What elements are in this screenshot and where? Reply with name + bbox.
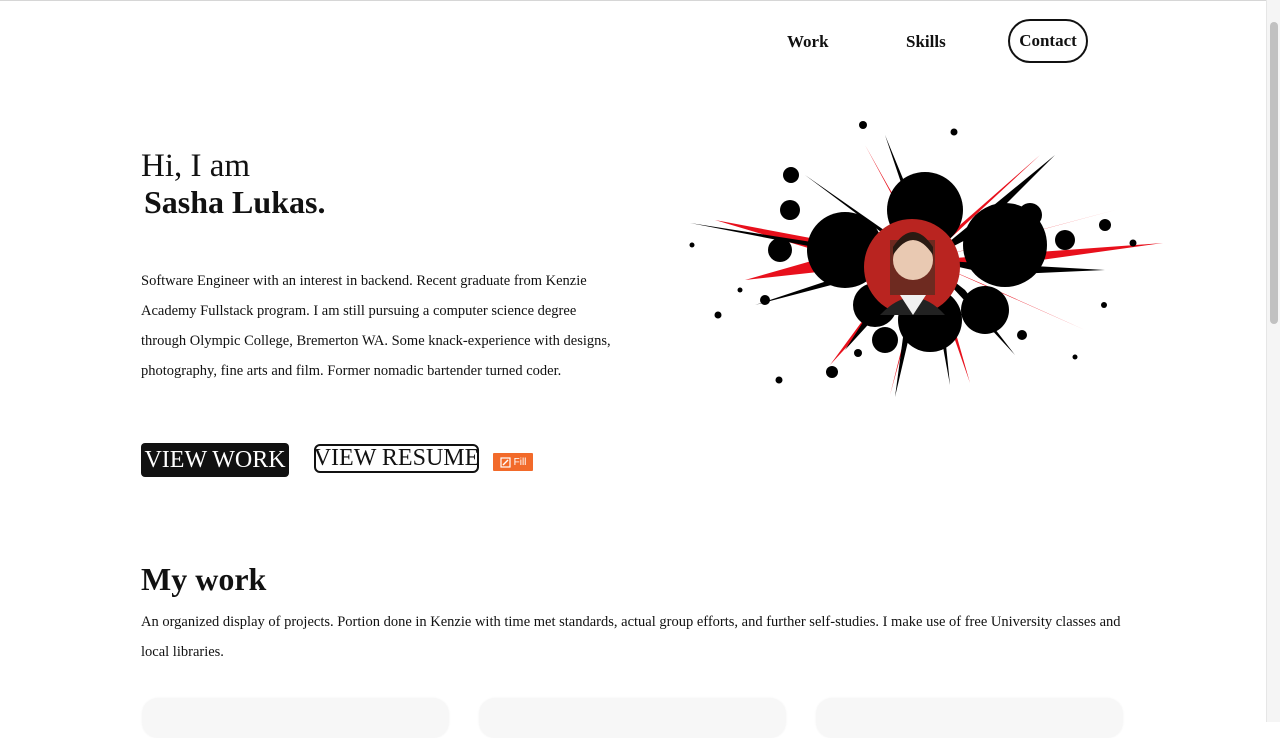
nav-link-work[interactable]: Work xyxy=(787,32,829,52)
nav-link-contact[interactable]: Contact xyxy=(1008,19,1088,63)
edit-icon xyxy=(500,456,511,468)
scrollbar-thumb[interactable] xyxy=(1270,22,1278,324)
view-work-button[interactable]: VIEW WORK xyxy=(141,443,289,477)
page-top-border xyxy=(0,0,1266,1)
profile-splash-art xyxy=(689,121,1163,397)
fill-badge[interactable]: Fill xyxy=(493,453,533,471)
hero-name: Sasha Lukas. xyxy=(144,184,326,220)
page-scrollbar[interactable] xyxy=(1266,0,1280,722)
project-card[interactable] xyxy=(479,698,786,738)
view-resume-button[interactable]: VIEW RESUME xyxy=(314,444,479,473)
fill-badge-label: Fill xyxy=(513,456,527,468)
my-work-description: An organized display of projects. Portio… xyxy=(141,614,1121,660)
project-card[interactable] xyxy=(816,698,1123,738)
nav-link-skills[interactable]: Skills xyxy=(906,32,946,52)
hero-greeting: Hi, I am xyxy=(141,148,251,184)
my-work-title: My work xyxy=(141,561,267,597)
hero-bio: Software Engineer with an interest in ba… xyxy=(141,273,611,379)
project-card[interactable] xyxy=(142,698,449,738)
